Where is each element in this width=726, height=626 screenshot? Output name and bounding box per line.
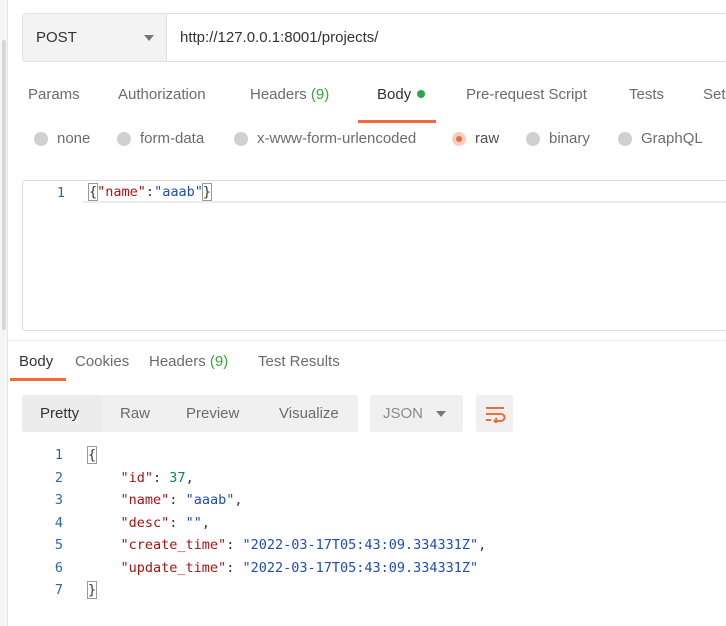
url-value: http://127.0.0.1:8001/projects/ — [180, 29, 379, 46]
radio-form-data[interactable]: form-data — [117, 130, 204, 147]
url-bar: POST http://127.0.0.1:8001/projects/ — [22, 13, 726, 62]
tab-settings[interactable]: Set — [703, 86, 726, 103]
response-active-tab-indicator — [10, 378, 66, 381]
response-tab-headers[interactable]: Headers (9) — [149, 353, 228, 370]
response-format-select[interactable]: JSON — [370, 395, 463, 432]
view-preview-button[interactable]: Preview — [186, 405, 239, 422]
response-view-toolbar: Pretty Raw Preview Visualize — [22, 395, 358, 432]
pane-divider[interactable] — [8, 340, 726, 341]
tab-params[interactable]: Params — [28, 86, 80, 103]
code-line: 4 "desc": "", — [54, 514, 210, 531]
code-line: 1 { — [54, 446, 98, 464]
radio-circle-icon — [117, 131, 131, 146]
code-line: 6 "update_time": "2022-03-17T05:43:09.33… — [54, 559, 479, 576]
radio-circle-icon — [618, 131, 632, 146]
tab-body[interactable]: Body — [377, 86, 426, 103]
radio-selected-icon — [452, 131, 466, 146]
request-body-code: {"name":"aaab"} — [87, 183, 213, 201]
url-input[interactable]: http://127.0.0.1:8001/projects/ — [166, 13, 726, 62]
response-tab-test-results[interactable]: Test Results — [258, 353, 340, 370]
headers-count: (9) — [310, 86, 330, 103]
radio-circle-icon — [34, 131, 48, 146]
radio-none[interactable]: none — [34, 130, 90, 147]
code-line: 2 "id": 37, — [54, 469, 194, 486]
tab-pre-request-script[interactable]: Pre-request Script — [466, 86, 587, 103]
chevron-down-icon — [436, 410, 446, 417]
response-tab-body[interactable]: Body — [19, 353, 53, 370]
radio-raw[interactable]: raw — [452, 130, 499, 147]
line-number: 1 — [56, 185, 65, 201]
tab-authorization[interactable]: Authorization — [118, 86, 206, 103]
radio-binary[interactable]: binary — [526, 130, 590, 147]
body-modified-dot-icon — [417, 90, 426, 99]
code-line: 7 } — [54, 581, 98, 599]
response-body-viewer[interactable]: 1 { 2 "id": 37, 3 "name": "aaab", 4 "des… — [0, 445, 726, 615]
view-pretty-button[interactable]: Pretty — [40, 405, 79, 422]
method-value: POST — [36, 29, 77, 46]
response-tab-cookies[interactable]: Cookies — [75, 353, 129, 370]
tab-headers[interactable]: Headers (9) — [250, 86, 329, 103]
view-visualize-button[interactable]: Visualize — [279, 405, 339, 422]
code-line: 3 "name": "aaab", — [54, 492, 243, 508]
radio-circle-icon — [234, 131, 248, 146]
chevron-down-icon — [144, 34, 154, 41]
left-scrollbar[interactable] — [2, 40, 6, 330]
method-select[interactable]: POST — [22, 13, 166, 62]
request-body-editor[interactable]: 1 {"name":"aaab"} — [22, 180, 726, 331]
wrap-lines-icon — [485, 406, 505, 423]
code-line: 5 "create_time": "2022-03-17T05:43:09.33… — [54, 537, 487, 553]
radio-x-www-form-urlencoded[interactable]: x-www-form-urlencoded — [234, 130, 416, 147]
active-tab-indicator — [358, 120, 436, 123]
wrap-lines-button[interactable] — [476, 395, 513, 432]
radio-graphql[interactable]: GraphQL — [618, 130, 703, 147]
view-raw-button[interactable]: Raw — [120, 405, 150, 422]
radio-circle-icon — [526, 131, 540, 146]
tab-tests[interactable]: Tests — [629, 86, 664, 103]
